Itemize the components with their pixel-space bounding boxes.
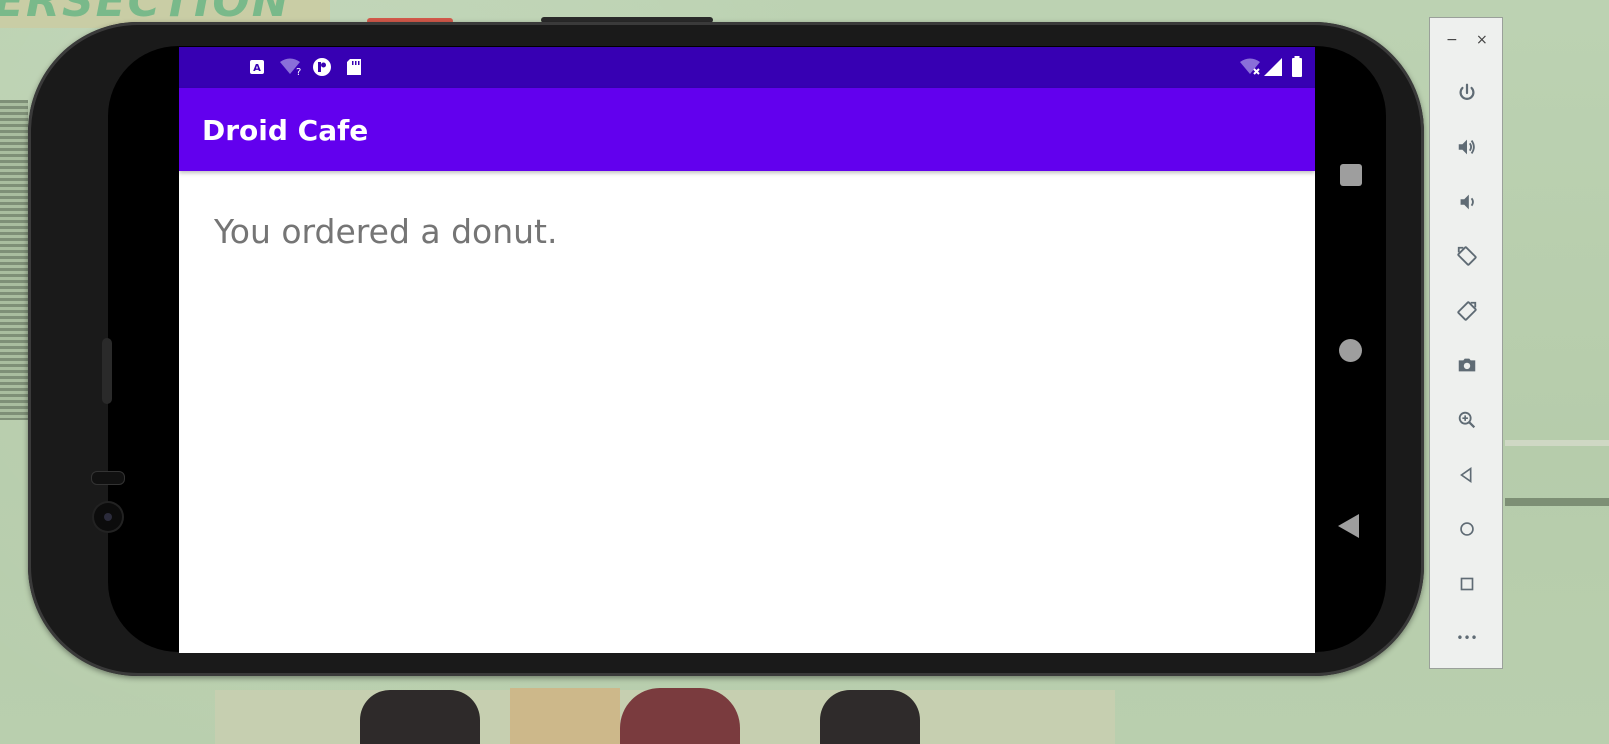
svg-text:A: A	[253, 63, 261, 74]
power-icon	[1459, 83, 1475, 100]
device-screen[interactable]: A ? Droid Cafe You ordered a donut.	[179, 47, 1315, 653]
screenshot-button[interactable]	[1450, 348, 1484, 382]
wallpaper-figure	[620, 688, 740, 744]
overview-square-icon	[1460, 577, 1474, 591]
zoom-button[interactable]	[1450, 403, 1484, 437]
more-icon: •••	[1456, 631, 1478, 645]
back-button[interactable]	[1450, 458, 1484, 492]
phone-sensor	[91, 471, 125, 485]
app-bar: Droid Cafe	[179, 88, 1315, 171]
wallpaper-line	[1505, 498, 1609, 506]
power-button[interactable]	[1450, 76, 1484, 110]
overview-button[interactable]	[1450, 567, 1484, 601]
rotate-left-button[interactable]	[1450, 239, 1484, 273]
wallpaper-line	[1505, 440, 1609, 446]
status-bar: A ?	[179, 47, 1315, 88]
wifi-off-icon	[1239, 58, 1263, 76]
wallpaper-figure	[820, 690, 920, 744]
svg-text:?: ?	[296, 67, 301, 76]
signal-icon	[1263, 58, 1283, 76]
emulator-toolbar: − × •••	[1429, 17, 1503, 669]
more-button[interactable]: •••	[1450, 621, 1484, 655]
app-title: Droid Cafe	[202, 114, 369, 147]
back-nav-button[interactable]	[1338, 514, 1359, 538]
volume-up-icon	[1458, 139, 1475, 155]
overview-nav-button[interactable]	[1340, 164, 1362, 186]
home-circle-icon	[1460, 522, 1474, 536]
wallpaper-figure	[360, 690, 480, 744]
minimize-button[interactable]: −	[1446, 32, 1458, 48]
a-icon: A	[249, 58, 265, 76]
home-button[interactable]	[1450, 512, 1484, 546]
rotate-left-icon	[1457, 246, 1477, 266]
home-nav-button[interactable]	[1339, 339, 1362, 362]
notification-icon	[312, 58, 332, 76]
close-button[interactable]: ×	[1476, 32, 1488, 48]
volume-down-icon	[1460, 194, 1474, 210]
rotate-right-button[interactable]	[1450, 294, 1484, 328]
back-triangle-icon	[1460, 466, 1472, 484]
volume-up-button[interactable]	[1450, 130, 1484, 164]
wallpaper-strip	[0, 100, 28, 420]
volume-down-button[interactable]	[1450, 185, 1484, 219]
zoom-icon	[1458, 411, 1476, 429]
wallpaper-figure	[510, 688, 620, 744]
battery-icon	[1291, 56, 1303, 77]
rotate-right-icon	[1457, 301, 1477, 321]
wifi-question-icon: ?	[279, 58, 303, 76]
order-message: You ordered a donut.	[214, 212, 558, 251]
phone-speaker	[102, 338, 112, 404]
sd-card-icon	[346, 58, 362, 76]
phone-camera	[94, 503, 122, 531]
camera-icon	[1458, 358, 1476, 372]
